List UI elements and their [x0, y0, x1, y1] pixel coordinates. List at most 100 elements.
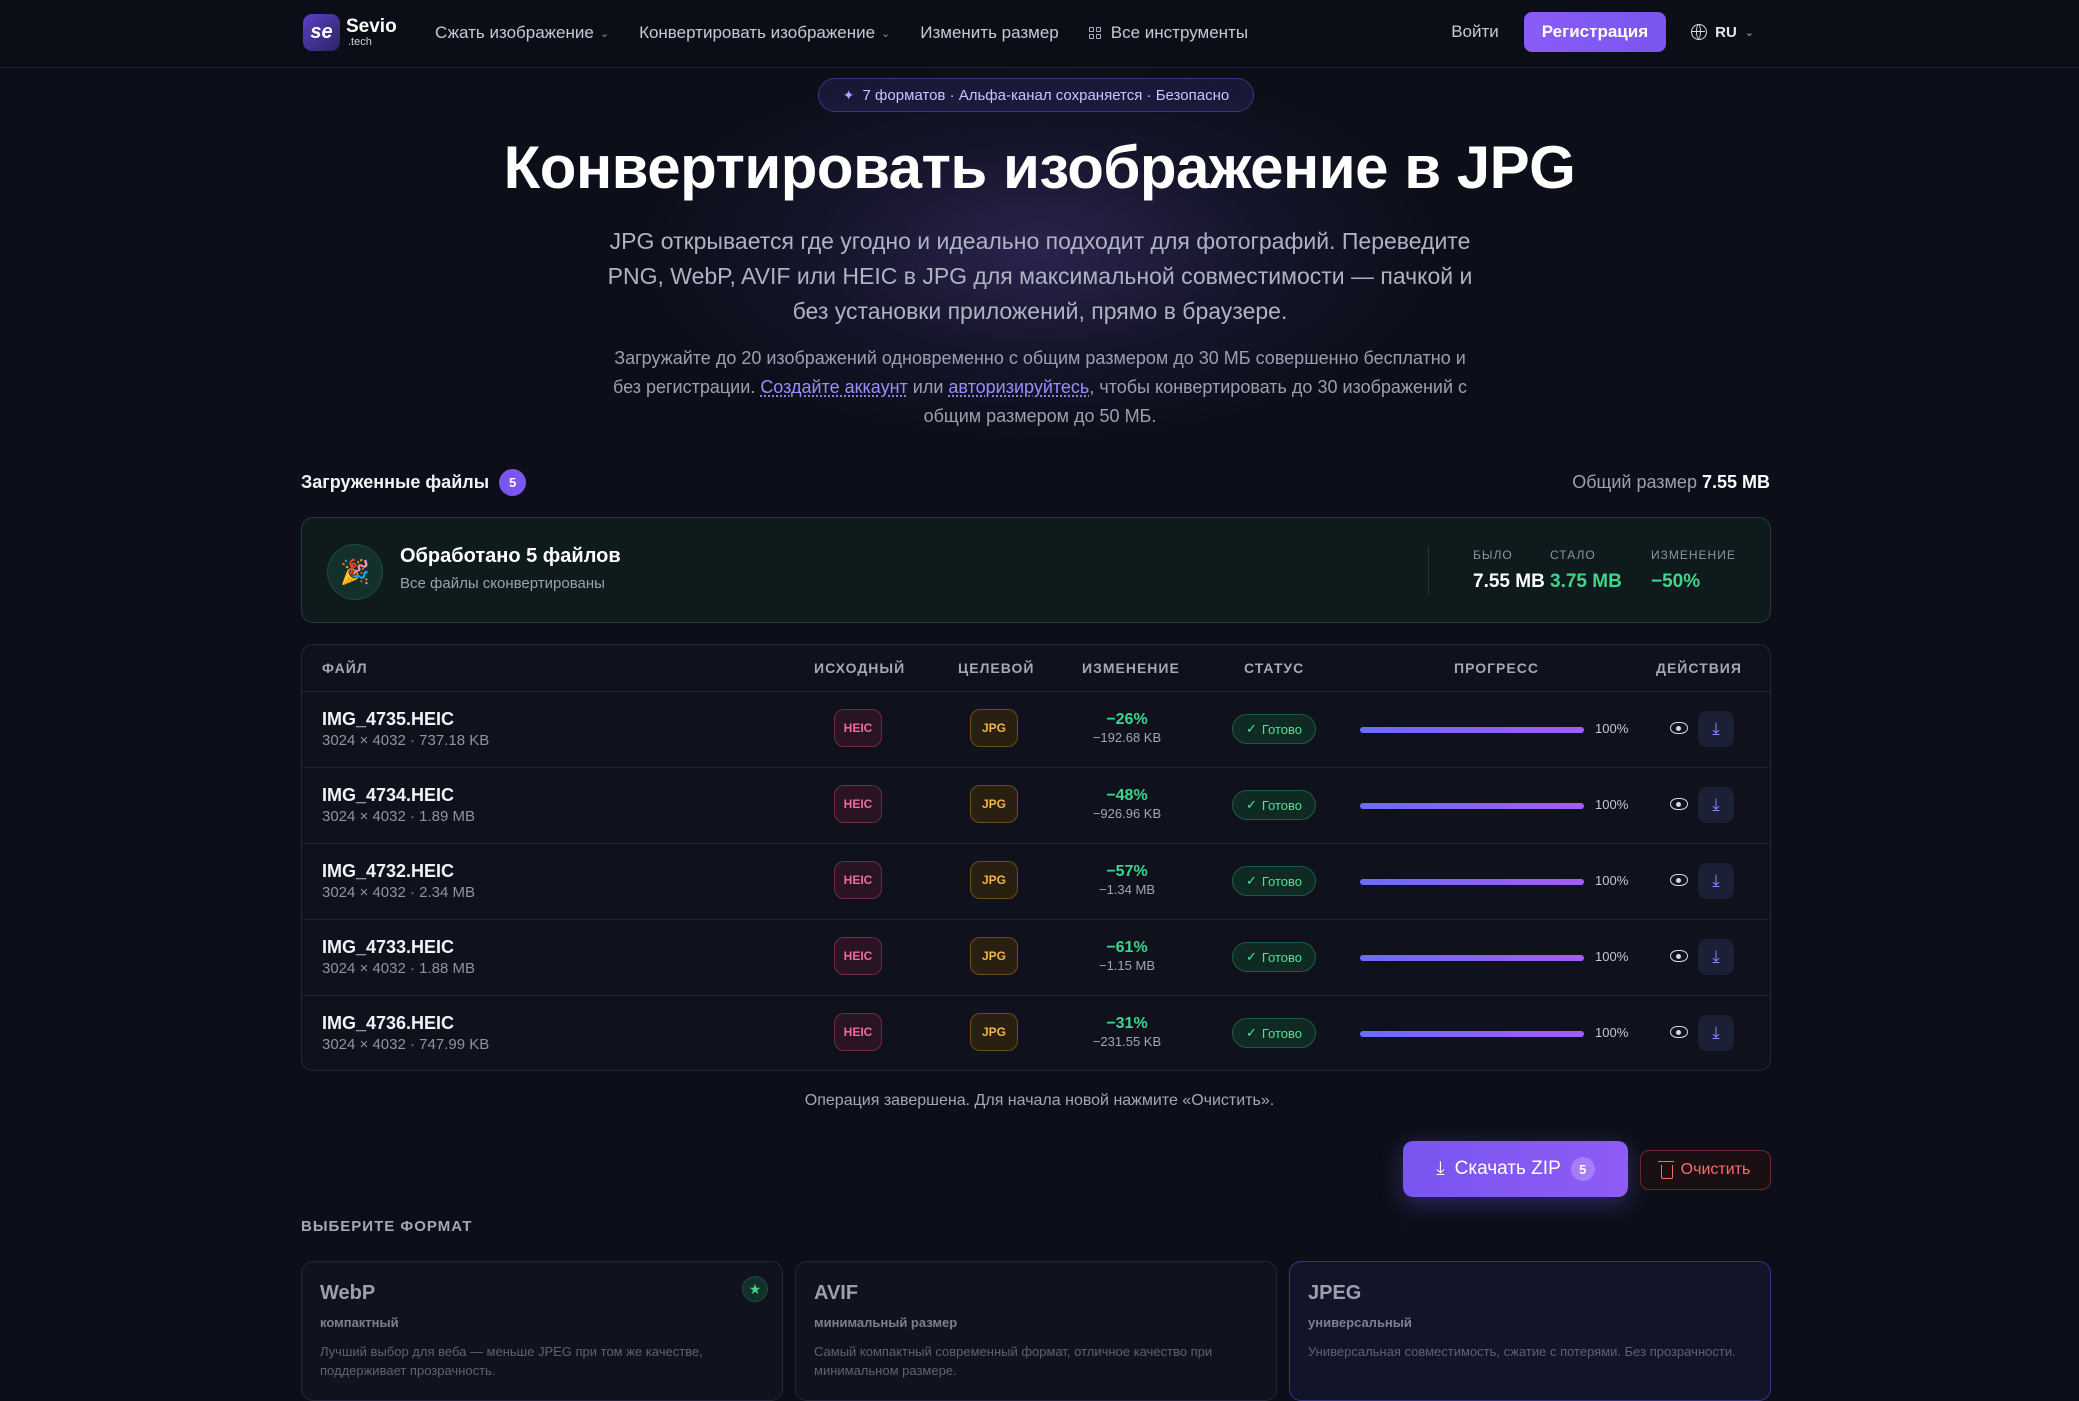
download-icon: ⤓: [1712, 871, 1720, 890]
progress-bar: [1360, 803, 1584, 809]
size-change: −61% −1.15 MB: [1098, 939, 1155, 973]
table-row: IMG_4736.HEIC 3024 × 4032 · 747.99 KB HE…: [302, 995, 1770, 1070]
target-format-badge: JPG: [970, 861, 1018, 899]
format-card-jpeg[interactable]: JPEG универсальный Универсальная совмест…: [1289, 1261, 1771, 1401]
progress-fill: [1360, 879, 1584, 885]
summary-title: Обработано 5 файлов: [400, 545, 621, 567]
progress-fill: [1360, 803, 1584, 809]
download-zip-button[interactable]: ⤓ Скачать ZIP 5: [1403, 1141, 1628, 1197]
operation-complete-note: Операция завершена. Для начала новой наж…: [804, 1092, 1275, 1109]
download-icon: ⤓: [1436, 1158, 1445, 1179]
recommended-star-icon: ★: [742, 1276, 768, 1302]
format-tag: компактный: [320, 1315, 399, 1330]
preview-eye-icon[interactable]: [1670, 1026, 1688, 1038]
preview-eye-icon[interactable]: [1670, 798, 1688, 810]
nav-all-tools[interactable]: Все инструменты: [1088, 23, 1248, 43]
table-row: IMG_4732.HEIC 3024 × 4032 · 2.34 MB HEIC…: [302, 843, 1770, 920]
col-change: ИЗМЕНЕНИЕ: [1082, 660, 1180, 676]
status-badge: ✓ Готово: [1232, 942, 1316, 972]
format-description: Лучший выбор для веба — меньше JPEG при …: [320, 1344, 703, 1378]
chevron-down-icon: ⌄: [599, 27, 610, 40]
format-name: JPEG: [1308, 1282, 1362, 1304]
progress-bar: [1360, 727, 1584, 733]
format-description: Самый компактный современный формат, отл…: [814, 1344, 1213, 1378]
download-file-button[interactable]: ⤓: [1698, 863, 1734, 899]
progress-bar: [1360, 1031, 1584, 1037]
logo[interactable]: se Sevio .tech: [303, 14, 397, 51]
col-file: ФАЙЛ: [322, 660, 368, 676]
table-row: IMG_4733.HEIC 3024 × 4032 · 1.88 MB HEIC…: [302, 919, 1770, 996]
col-progress: ПРОГРЕСС: [1454, 660, 1539, 676]
language-selector[interactable]: RU ⌄: [1691, 24, 1754, 41]
zip-count-badge: 5: [1570, 1157, 1595, 1181]
check-icon: ✓: [1245, 949, 1257, 964]
download-file-button[interactable]: ⤓: [1698, 1015, 1734, 1051]
target-format-badge: JPG: [970, 1013, 1018, 1051]
signup-button[interactable]: Регистрация: [1523, 12, 1667, 52]
file-name: IMG_4734.HEIC: [322, 785, 455, 805]
file-meta: 3024 × 4032 · 747.99 KB: [322, 1036, 490, 1053]
preview-eye-icon[interactable]: [1670, 950, 1688, 962]
check-icon: ✓: [1245, 797, 1257, 812]
preview-eye-icon[interactable]: [1670, 874, 1688, 886]
grid-icon: [1088, 27, 1101, 39]
files-table: ФАЙЛ ИСХОДНЫЙ ЦЕЛЕВОЙ ИЗМЕНЕНИЕ СТАТУС П…: [301, 644, 1771, 1071]
download-file-button[interactable]: ⤓: [1698, 787, 1734, 823]
login-link[interactable]: Войти: [1451, 22, 1499, 42]
nav-resize[interactable]: Изменить размер: [920, 23, 1059, 43]
progress-label: 100%: [1595, 721, 1629, 736]
globe-icon: [1691, 24, 1708, 40]
source-format-badge: HEIC: [834, 1013, 882, 1051]
format-tag: универсальный: [1308, 1315, 1412, 1330]
status-badge: ✓ Готово: [1232, 714, 1316, 744]
page-title: Конвертировать изображение в JPG: [503, 134, 1576, 201]
logo-mark: se: [303, 14, 340, 51]
source-format-badge: HEIC: [834, 785, 882, 823]
summary-divider: [1428, 546, 1429, 596]
hero-limits-note: Загружайте до 20 изображений одновременн…: [612, 348, 1468, 426]
check-icon: ✓: [1245, 721, 1257, 736]
choose-format-heading: ВЫБЕРИТЕ ФОРМАТ: [301, 1218, 473, 1235]
progress-bar: [1360, 955, 1584, 961]
progress-fill: [1360, 727, 1584, 733]
col-status: СТАТУС: [1244, 660, 1305, 676]
hero-lead: JPG открывается где угодно и идеально по…: [607, 228, 1473, 324]
sparkle-icon: ✦: [842, 86, 855, 103]
table-header: ФАЙЛ ИСХОДНЫЙ ЦЕЛЕВОЙ ИЗМЕНЕНИЕ СТАТУС П…: [302, 645, 1770, 692]
format-description: Универсальная совместимость, сжатие с по…: [1308, 1344, 1736, 1359]
stat-before: БЫЛО 7.55 MB: [1473, 548, 1545, 592]
progress-label: 100%: [1595, 1025, 1629, 1040]
preview-eye-icon[interactable]: [1670, 722, 1688, 734]
file-meta: 3024 × 4032 · 1.88 MB: [322, 960, 476, 977]
chevron-down-icon: ⌄: [1744, 26, 1754, 39]
login-inline-link[interactable]: авторизируйтесь: [948, 377, 1089, 397]
file-name: IMG_4733.HEIC: [322, 937, 455, 957]
size-change: −48% −926.96 KB: [1092, 787, 1162, 821]
download-icon: ⤓: [1712, 1023, 1720, 1042]
download-icon: ⤓: [1712, 795, 1720, 814]
create-account-link[interactable]: Создайте аккаунт: [760, 377, 907, 397]
status-badge: ✓ Готово: [1232, 1018, 1316, 1048]
progress-fill: [1360, 955, 1584, 961]
format-name: AVIF: [814, 1282, 859, 1304]
top-navbar: se Sevio .tech Сжать изображение ⌄ Конве…: [0, 0, 2079, 68]
download-icon: ⤓: [1712, 719, 1720, 738]
clear-button[interactable]: Очистить: [1640, 1150, 1771, 1190]
progress-label: 100%: [1595, 949, 1629, 964]
stat-after: СТАЛО 3.75 MB: [1550, 548, 1622, 592]
files-count-badge: 5: [499, 469, 527, 496]
progress-bar: [1360, 879, 1584, 885]
file-name: IMG_4735.HEIC: [322, 709, 455, 729]
file-meta: 3024 × 4032 · 2.34 MB: [322, 884, 476, 901]
format-card-webp[interactable]: WebP компактный Лучший выбор для веба — …: [301, 1261, 783, 1401]
download-icon: ⤓: [1712, 947, 1720, 966]
brand-name: Sevio: [346, 16, 397, 37]
progress-label: 100%: [1595, 873, 1629, 888]
nav-convert-image[interactable]: Конвертировать изображение ⌄: [639, 23, 890, 43]
download-file-button[interactable]: ⤓: [1698, 711, 1734, 747]
format-tag: минимальный размер: [814, 1315, 958, 1330]
nav-compress-image[interactable]: Сжать изображение ⌄: [435, 23, 609, 43]
format-card-avif[interactable]: AVIF минимальный размер Самый компактный…: [795, 1261, 1277, 1401]
file-name: IMG_4736.HEIC: [322, 1013, 455, 1033]
download-file-button[interactable]: ⤓: [1698, 939, 1734, 975]
